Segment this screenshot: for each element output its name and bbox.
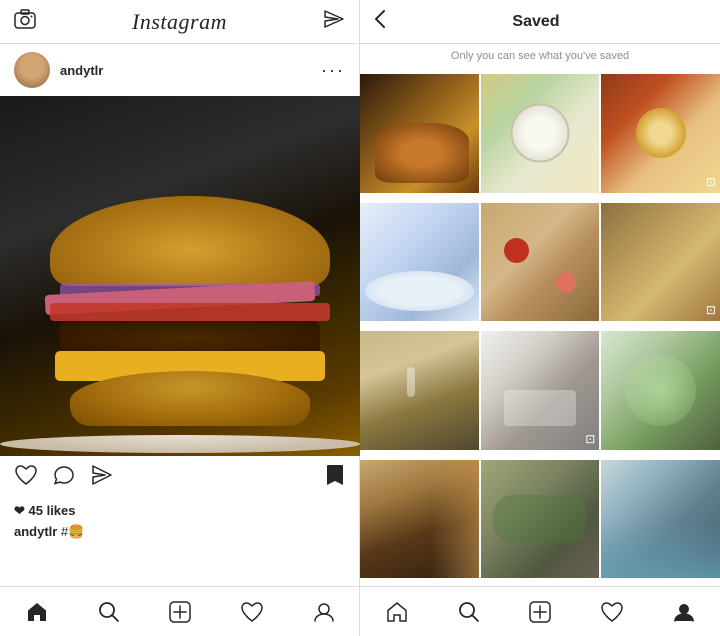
grid-item-1[interactable] (360, 74, 479, 193)
grid-item-12[interactable] (601, 460, 720, 579)
grid-item-8[interactable]: ⊡ (481, 331, 600, 450)
left-panel: Instagram andytlr ··· (0, 0, 360, 636)
saved-grid: ⊡ ⊡ ⊡ (360, 74, 720, 586)
grid-item-5[interactable] (481, 203, 600, 322)
more-options-icon[interactable]: ··· (321, 60, 345, 81)
avatar[interactable] (14, 52, 50, 88)
likes-row: ❤ 45 likes (0, 500, 359, 522)
grid-item-7[interactable] (360, 331, 479, 450)
camera-icon[interactable] (14, 9, 36, 35)
caption-username[interactable]: andytlr (14, 524, 57, 539)
right-nav-search-icon[interactable] (458, 601, 480, 623)
caption-row: andytlr #🍔 (0, 522, 359, 542)
grid-item-4[interactable] (360, 203, 479, 322)
nav-heart-icon[interactable] (240, 601, 264, 623)
back-button[interactable] (374, 9, 386, 35)
grid-item-9[interactable] (601, 331, 720, 450)
grid-item-3[interactable]: ⊡ (601, 74, 720, 193)
saved-subtitle: Only you can see what you've saved (360, 44, 720, 74)
nav-add-icon[interactable] (169, 601, 191, 623)
post-image (0, 96, 360, 456)
grid-item-11[interactable] (481, 460, 600, 579)
camera-badge-6: ⊡ (706, 303, 716, 317)
nav-home-icon[interactable] (25, 601, 49, 623)
bookmark-icon[interactable] (325, 463, 345, 493)
instagram-logo: Instagram (132, 9, 227, 35)
right-nav-add-icon[interactable] (529, 601, 551, 623)
right-header: Saved (360, 0, 720, 44)
right-nav-heart-icon[interactable] (600, 601, 624, 623)
right-bottom-nav (360, 586, 720, 636)
caption-text: #🍔 (61, 524, 84, 539)
user-row: andytlr ··· (0, 44, 359, 96)
likes-count: ❤ 45 likes (14, 503, 76, 518)
grid-item-6[interactable]: ⊡ (601, 203, 720, 322)
right-panel: Saved Only you can see what you've saved… (360, 0, 720, 636)
send-icon[interactable] (323, 9, 345, 35)
saved-title: Saved (396, 13, 676, 31)
left-bottom-nav (0, 586, 359, 636)
comment-icon[interactable] (52, 464, 76, 492)
left-header: Instagram (0, 0, 359, 44)
post-actions (0, 456, 359, 500)
username-label[interactable]: andytlr (60, 63, 321, 78)
right-nav-home-icon[interactable] (385, 601, 409, 623)
camera-badge-8: ⊡ (585, 432, 595, 446)
grid-item-10[interactable] (360, 460, 479, 579)
grid-item-2[interactable] (481, 74, 600, 193)
share-icon[interactable] (90, 464, 114, 492)
right-nav-profile-icon[interactable] (673, 601, 695, 623)
nav-profile-icon[interactable] (313, 601, 335, 623)
like-icon[interactable] (14, 464, 38, 492)
nav-search-icon[interactable] (98, 601, 120, 623)
camera-badge-3: ⊡ (706, 175, 716, 189)
